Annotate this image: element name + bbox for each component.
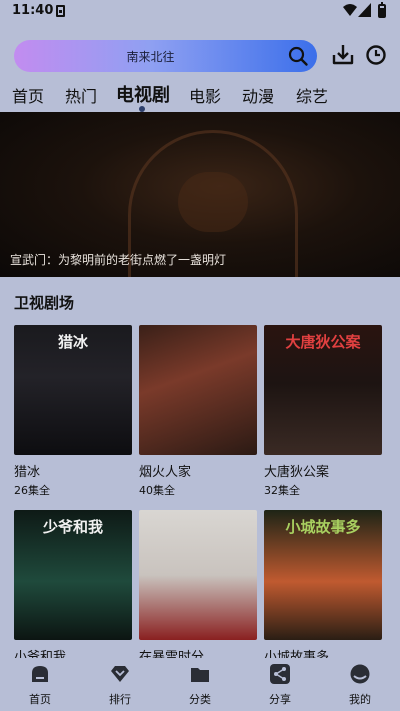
show-poster[interactable] [139, 510, 257, 640]
wifi-icon [343, 4, 357, 16]
poster-title-art: 猎冰 [57, 333, 88, 351]
nav-label: 首页 [29, 693, 51, 706]
nav-label: 分享 [269, 693, 291, 706]
show-poster[interactable] [139, 325, 257, 455]
bottom-navigation: 首页 排行 分类 分享 我的 [0, 658, 400, 711]
show-poster[interactable]: 少爷和我 [14, 510, 132, 640]
nav-label: 分类 [189, 693, 211, 706]
tab-home[interactable]: 首页 [12, 83, 44, 107]
episode-count: 32集全 [264, 484, 300, 497]
ranking-icon [111, 666, 129, 682]
nav-share[interactable]: 分享 [240, 658, 320, 711]
search-icon[interactable] [287, 45, 309, 67]
section-title: 卫视剧场 [14, 294, 75, 312]
poster-image [139, 325, 257, 455]
show-poster[interactable]: 猎冰 [14, 325, 132, 455]
tab-movies[interactable]: 电影 [189, 83, 221, 107]
tab-tv-series[interactable]: 电视剧 [116, 81, 170, 107]
show-title[interactable]: 烟火人家 [139, 461, 191, 480]
home-icon [32, 666, 48, 682]
nav-profile[interactable]: 我的 [320, 658, 400, 711]
tab-popular[interactable]: 热门 [65, 83, 97, 107]
show-poster[interactable]: 小城故事多 [264, 510, 382, 640]
show-poster[interactable]: 大唐狄公案 [264, 325, 382, 455]
share-icon [270, 664, 290, 684]
status-time: 11:40 [12, 3, 54, 18]
banner-caption: 宣武门：为黎明前的老街点燃了一盏明灯 [10, 253, 227, 267]
cell-signal-icon [358, 3, 371, 17]
poster-image [139, 510, 257, 640]
nav-ranking[interactable]: 排行 [80, 658, 160, 711]
history-clock-icon[interactable] [365, 44, 387, 66]
banner-light [178, 172, 248, 232]
nav-label: 我的 [349, 693, 371, 706]
episode-count: 26集全 [14, 484, 50, 497]
episode-count: 40集全 [139, 484, 175, 497]
folder-icon [191, 668, 209, 682]
poster-title-art: 大唐狄公案 [285, 333, 361, 351]
sim-card-icon [56, 5, 65, 17]
category-tabs: 首页 热门 电视剧 电影 动漫 综艺 [0, 80, 400, 112]
show-title[interactable]: 猎冰 [14, 461, 40, 480]
tab-anime[interactable]: 动漫 [242, 83, 274, 107]
nav-category[interactable]: 分类 [160, 658, 240, 711]
show-title[interactable]: 大唐狄公案 [264, 461, 329, 480]
poster-title-art: 小城故事多 [285, 518, 361, 536]
featured-banner[interactable]: 宣武门：为黎明前的老街点燃了一盏明灯 [0, 112, 400, 277]
tab-variety[interactable]: 综艺 [296, 83, 328, 107]
download-icon[interactable] [331, 43, 355, 67]
search-text[interactable]: 南来北往 [14, 48, 287, 65]
search-bar[interactable]: 南来北往 [14, 40, 317, 72]
profile-icon [350, 664, 370, 684]
status-bar: 11:40 [0, 0, 400, 24]
battery-icon [378, 2, 386, 18]
nav-label: 排行 [109, 693, 131, 706]
poster-title-art: 少爷和我 [42, 518, 103, 536]
nav-home[interactable]: 首页 [0, 658, 80, 711]
